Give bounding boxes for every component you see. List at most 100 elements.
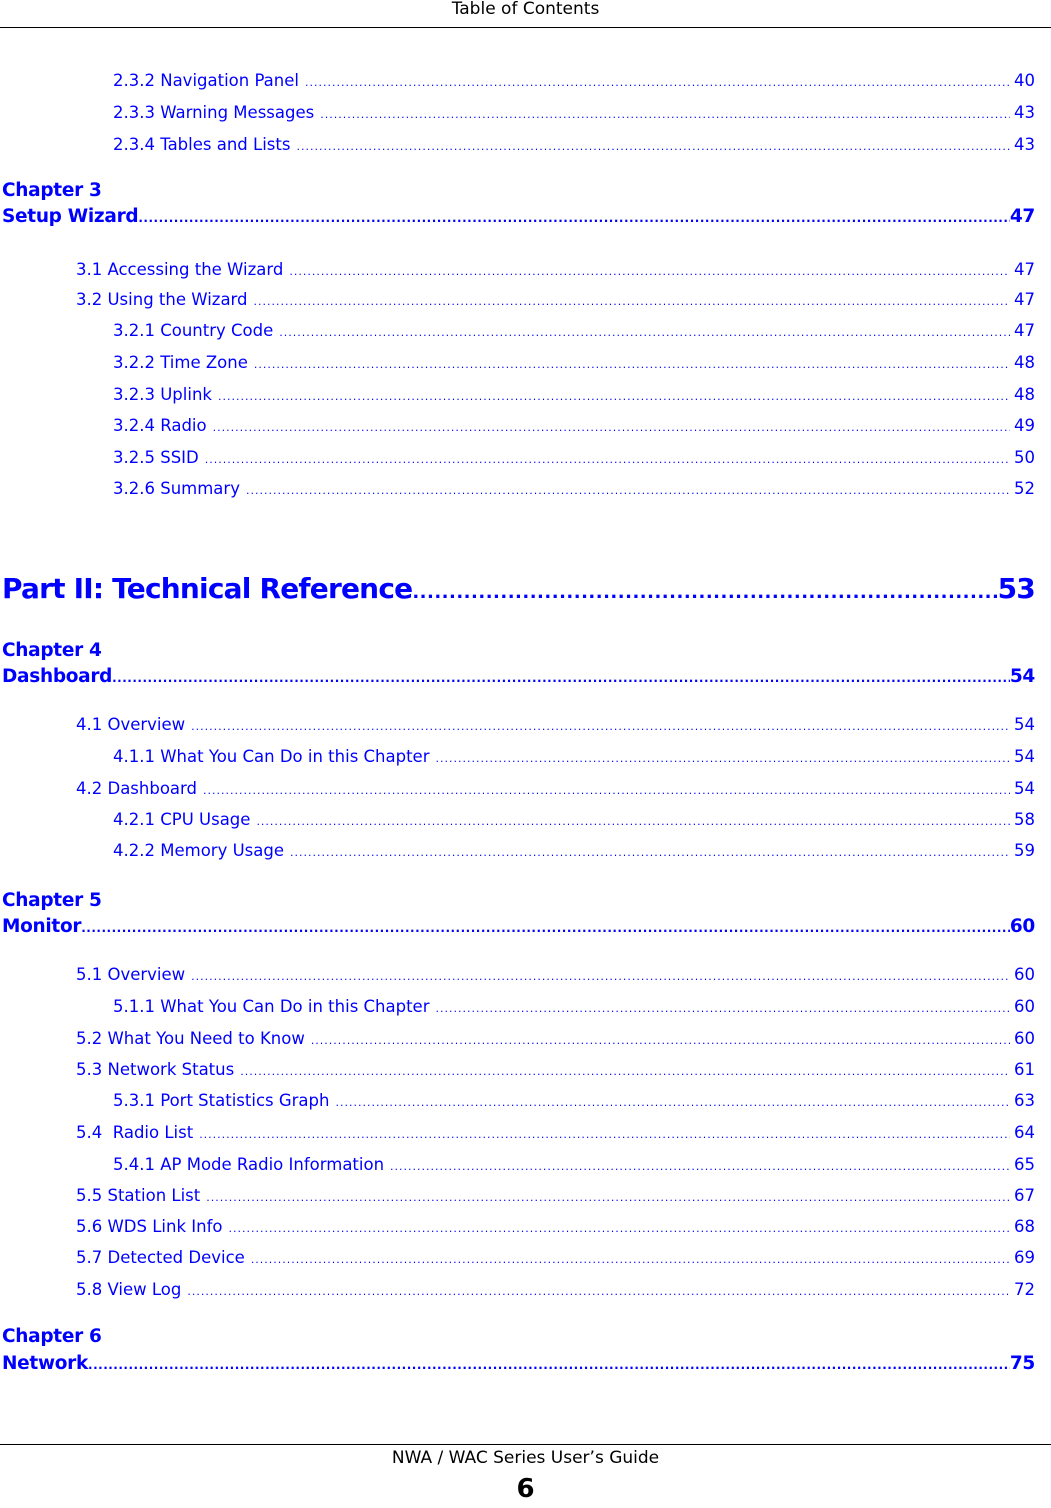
toc-entry-page: 60: [1014, 1029, 1035, 1048]
leader-dots: [199, 1124, 1010, 1146]
leader-dots: [335, 1092, 1010, 1114]
toc-entry[interactable]: 5.3.1 Port Statistics Graph 63: [113, 1090, 1035, 1114]
toc-entry-page: 49: [1014, 416, 1035, 435]
toc-entry[interactable]: 3.2 Using the Wizard 47: [76, 289, 1035, 313]
toc-entry[interactable]: 5.4.1 AP Mode Radio Information 65: [113, 1154, 1035, 1178]
toc-entry[interactable]: 5.8 View Log 72: [76, 1279, 1035, 1303]
toc-entry-title: 3.2.1 Country Code: [113, 321, 274, 340]
toc-entry[interactable]: 3.2.5 SSID 50: [113, 447, 1035, 471]
toc-entry-page: 54: [1014, 715, 1035, 734]
toc-entry-title: 4.1.1 What You Can Do in this Chapter: [113, 747, 430, 766]
toc-entry[interactable]: 3.2.2 Time Zone 48: [113, 352, 1035, 376]
toc-entry[interactable]: 5.1 Overview 60: [76, 964, 1035, 988]
leader-dots: [246, 480, 1010, 502]
toc-entry[interactable]: 3.2.4 Radio 49: [113, 415, 1035, 439]
chapter-label: Chapter 4: [2, 640, 102, 661]
toc-entry-page: 47: [1014, 290, 1035, 309]
toc-entry[interactable]: 4.1.1 What You Can Do in this Chapter 54: [113, 746, 1035, 770]
leader-dots: [436, 748, 1011, 770]
toc-entry-page: 47: [1014, 321, 1035, 340]
leader-dots: [296, 136, 1010, 158]
toc-entry-title: 5.8 View Log: [76, 1280, 182, 1299]
toc-entry[interactable]: 5.5 Station List 67: [76, 1185, 1035, 1209]
chapter-heading-setup-wizard[interactable]: Setup Wizard 47: [2, 205, 1035, 230]
leader-dots: [254, 354, 1010, 376]
toc-entry-page: 68: [1014, 1217, 1035, 1236]
toc-entry-title: 2.3.3 Warning Messages: [113, 103, 315, 122]
toc-entry[interactable]: 5.3 Network Status 61: [76, 1059, 1035, 1083]
toc-entry[interactable]: 5.4 Radio List 64: [76, 1122, 1035, 1146]
chapter-heading-dashboard[interactable]: Dashboard 54: [2, 665, 1035, 690]
toc-entry[interactable]: 3.2.1 Country Code 47: [113, 320, 1035, 344]
toc-entry-page: 40: [1014, 71, 1035, 90]
chapter-page: 54: [1009, 666, 1035, 687]
footer-divider: [0, 1444, 1051, 1445]
toc-entry[interactable]: 4.2.1 CPU Usage 58: [113, 809, 1035, 833]
toc-entry-page: 61: [1014, 1060, 1035, 1079]
leader-dots: [203, 780, 1010, 802]
toc-entry-page: 43: [1014, 103, 1035, 122]
toc-entry[interactable]: 4.2 Dashboard 54: [76, 778, 1035, 802]
chapter-page: 60: [1009, 916, 1035, 937]
chapter-label: Chapter 3: [2, 180, 102, 201]
toc-entry-title: 4.2.2 Memory Usage: [113, 841, 284, 860]
toc-entry[interactable]: 5.1.1 What You Can Do in this Chapter 60: [113, 996, 1035, 1020]
toc-entry[interactable]: 3.2.6 Summary 52: [113, 478, 1035, 502]
leader-dots: [81, 916, 1010, 940]
toc-entry-title: 5.6 WDS Link Info: [76, 1217, 223, 1236]
toc-entry[interactable]: 5.2 What You Need to Know 60: [76, 1028, 1035, 1052]
toc-entry-page: 64: [1014, 1123, 1035, 1142]
leader-dots: [305, 72, 1010, 94]
leader-dots: [218, 386, 1010, 408]
toc-entry[interactable]: 2.3.3 Warning Messages 43: [113, 102, 1035, 126]
leader-dots: [251, 1249, 1010, 1271]
leader-dots: [138, 206, 1010, 230]
part-heading-technical-reference[interactable]: Part II: Technical Reference 53: [2, 572, 1035, 610]
toc-entry-title: 3.2.4 Radio: [113, 416, 207, 435]
leader-dots: [412, 576, 997, 610]
leader-dots: [206, 1187, 1010, 1209]
toc-entry[interactable]: 2.3.2 Navigation Panel 40: [113, 70, 1035, 94]
toc-entry-page: 63: [1014, 1091, 1035, 1110]
toc-entry-page: 58: [1014, 810, 1035, 829]
leader-dots: [213, 417, 1010, 439]
toc-entry-page: 60: [1014, 965, 1035, 984]
toc-entry-page: 48: [1014, 353, 1035, 372]
toc-entry-page: 69: [1014, 1248, 1035, 1267]
leader-dots: [205, 449, 1010, 471]
leader-dots: [311, 1030, 1010, 1052]
toc-entry-page: 65: [1014, 1155, 1035, 1174]
part-page: 53: [997, 572, 1035, 605]
leader-dots: [256, 811, 1010, 833]
chapter-label: Chapter 5: [2, 890, 102, 911]
toc-entry-title: 5.2 What You Need to Know: [76, 1029, 305, 1048]
leader-dots: [290, 842, 1010, 864]
toc-entry-title: 5.4.1 AP Mode Radio Information: [113, 1155, 385, 1174]
toc-entry-title: 5.3.1 Port Statistics Graph: [113, 1091, 330, 1110]
toc-entry[interactable]: 3.1 Accessing the Wizard 47: [76, 259, 1035, 283]
toc-entry[interactable]: 4.2.2 Memory Usage 59: [113, 840, 1035, 864]
toc-entry[interactable]: 3.2.3 Uplink 48: [113, 384, 1035, 408]
chapter-page: 75: [1009, 1353, 1035, 1374]
chapter-page: 47: [1009, 206, 1035, 227]
toc-entry-title: 5.3 Network Status: [76, 1060, 235, 1079]
toc-entry-page: 50: [1014, 448, 1035, 467]
leader-dots: [191, 716, 1010, 738]
toc-entry-page: 60: [1014, 997, 1035, 1016]
toc-entry-title: 3.2.6 Summary: [113, 479, 240, 498]
toc-entry-title: 3.1 Accessing the Wizard: [76, 260, 284, 279]
chapter-title: Monitor: [2, 916, 82, 937]
toc-entry-title: 5.1.1 What You Can Do in this Chapter: [113, 997, 430, 1016]
toc-entry-title: 3.2 Using the Wizard: [76, 290, 248, 309]
toc-entry-title: 4.2.1 CPU Usage: [113, 810, 251, 829]
leader-dots: [112, 666, 1010, 690]
toc-entry[interactable]: 5.7 Detected Device 69: [76, 1247, 1035, 1271]
toc-entry[interactable]: 2.3.4 Tables and Lists 43: [113, 134, 1035, 158]
toc-entry[interactable]: 5.6 WDS Link Info 68: [76, 1216, 1035, 1240]
part-title: Part II: Technical Reference: [2, 572, 413, 605]
toc-entry-title: 5.4 Radio List: [76, 1123, 194, 1142]
toc-entry-title: 5.7 Detected Device: [76, 1248, 245, 1267]
chapter-heading-monitor[interactable]: Monitor 60: [2, 915, 1035, 940]
chapter-heading-network[interactable]: Network 75: [2, 1352, 1035, 1377]
toc-entry[interactable]: 4.1 Overview 54: [76, 714, 1035, 738]
